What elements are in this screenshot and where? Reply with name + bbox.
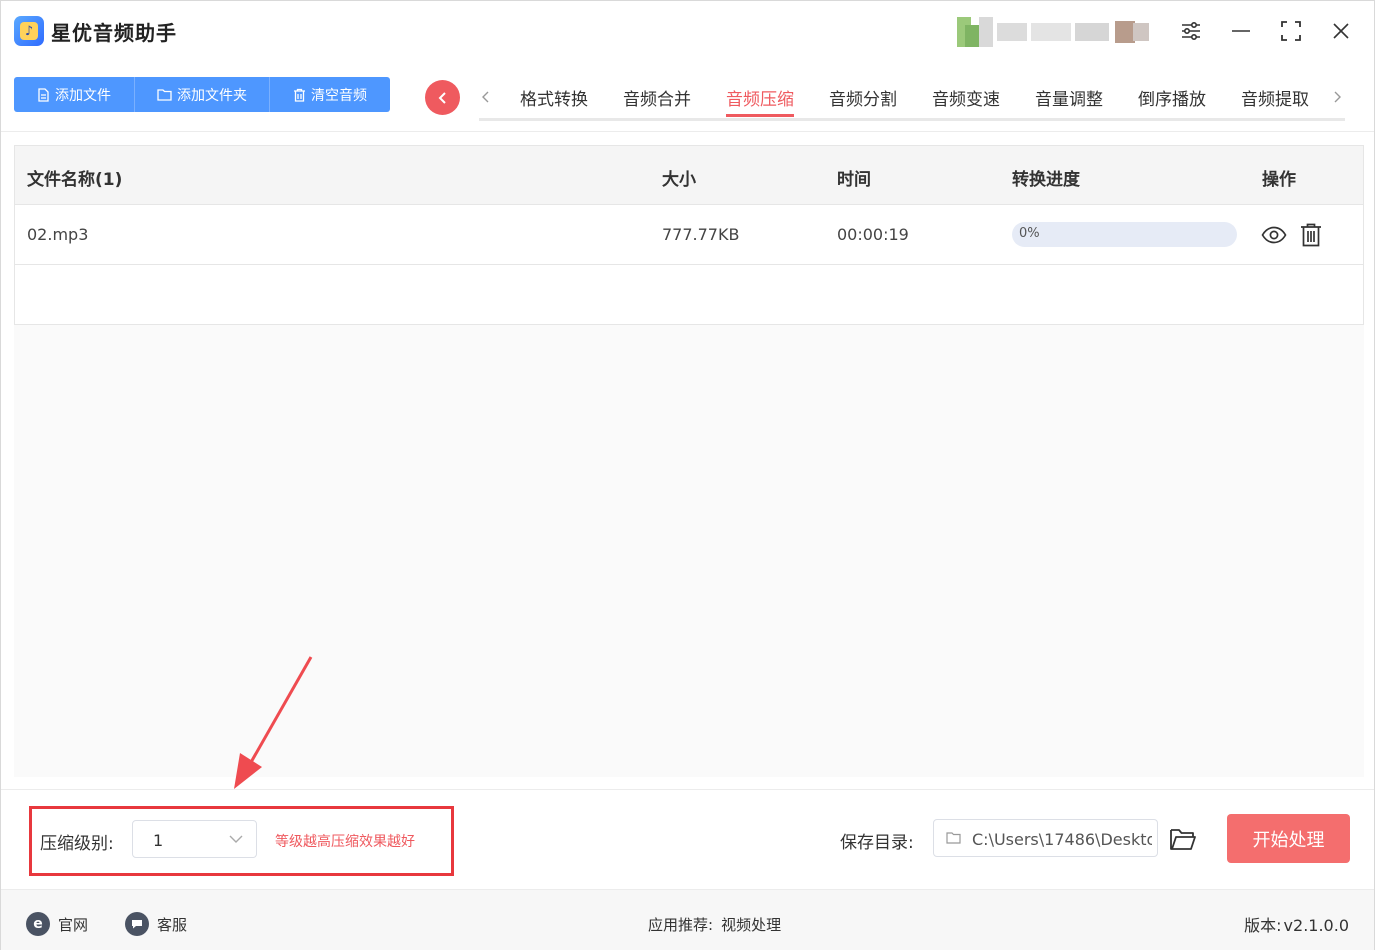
- header-file-name: 文件名称(1): [27, 170, 123, 190]
- tab-format-convert[interactable]: 格式转换: [504, 77, 604, 117]
- title-bar: ♪ 星优音频助手: [1, 1, 1374, 61]
- compression-level-label: 压缩级别:: [40, 834, 114, 854]
- chevron-left-icon: [438, 91, 446, 104]
- folder-icon: [946, 832, 961, 844]
- back-button[interactable]: [425, 80, 460, 115]
- compression-hint: 等级越高压缩效果越好: [275, 834, 415, 850]
- file-duration-cell: 00:00:19: [837, 225, 909, 244]
- browser-e-icon: e: [26, 912, 50, 936]
- tab-audio-extract[interactable]: 音频提取: [1225, 77, 1325, 117]
- app-logo: ♪: [14, 16, 44, 46]
- tab-volume-adjust[interactable]: 音量调整: [1019, 77, 1119, 117]
- app-window: ♪ 星优音频助手 添加文件 添加文件夹 清空音频 格式转换 音频合并 音频压缩 …: [0, 0, 1375, 950]
- file-icon: [38, 87, 49, 102]
- add-file-label: 添加文件: [55, 87, 111, 104]
- feature-tabs: 格式转换 音频合并 音频压缩 音频分割 音频变速 音量调整 倒序播放 音频提取: [504, 77, 1328, 119]
- support-label: 客服: [157, 915, 188, 934]
- header-actions: 操作: [1262, 170, 1296, 190]
- tab-audio-split[interactable]: 音频分割: [813, 77, 913, 117]
- website-link[interactable]: e 官网: [26, 912, 88, 936]
- music-note-icon: ♪: [20, 22, 38, 40]
- version-info: 版本: v2.1.0.0: [1244, 912, 1349, 936]
- version-value: v2.1.0.0: [1283, 916, 1349, 935]
- annotation-arrow: [234, 656, 313, 789]
- file-list-area: 文件名称(1) 大小 时间 转换进度 操作 02.mp3 777.77KB 00…: [14, 145, 1364, 777]
- folder-icon: [157, 89, 172, 101]
- save-directory-field[interactable]: [933, 819, 1158, 857]
- preview-eye-icon[interactable]: [1261, 222, 1287, 248]
- website-label: 官网: [58, 915, 89, 934]
- maximize-icon[interactable]: [1277, 17, 1305, 45]
- tabs-scroll-left-icon[interactable]: [477, 85, 495, 109]
- recommend-label: 应用推荐:: [648, 916, 714, 934]
- file-button-group: 添加文件 添加文件夹 清空音频: [14, 77, 390, 112]
- clear-audio-button[interactable]: 清空音频: [270, 77, 390, 112]
- divider: [1, 789, 1374, 790]
- minimize-icon[interactable]: [1227, 17, 1255, 45]
- version-label: 版本:: [1244, 916, 1282, 935]
- open-folder-icon[interactable]: [1169, 826, 1197, 852]
- app-recommendation: 应用推荐: 视频处理: [648, 914, 781, 935]
- compression-level-value: 1: [153, 831, 164, 850]
- trash-icon: [294, 88, 305, 102]
- delete-trash-icon[interactable]: [1298, 222, 1324, 248]
- support-link[interactable]: 客服: [125, 912, 187, 936]
- progress-label: 0%: [1019, 226, 1040, 241]
- chevron-down-icon: [229, 835, 243, 843]
- header-progress: 转换进度: [1012, 170, 1080, 190]
- file-name-cell: 02.mp3: [27, 225, 89, 244]
- add-file-button[interactable]: 添加文件: [14, 77, 135, 112]
- divider: [1, 131, 1374, 132]
- app-title: 星优音频助手: [51, 21, 177, 45]
- add-folder-button[interactable]: 添加文件夹: [135, 77, 270, 112]
- settings-sliders-icon[interactable]: [1177, 17, 1205, 45]
- close-icon[interactable]: [1327, 17, 1355, 45]
- chat-bubble-icon: [125, 912, 149, 936]
- table-header: 文件名称(1) 大小 时间 转换进度 操作: [15, 146, 1363, 205]
- clear-audio-label: 清空音频: [311, 87, 367, 104]
- table-row[interactable]: 02.mp3 777.77KB 00:00:19 0%: [15, 205, 1363, 265]
- save-path-input[interactable]: [972, 828, 1152, 850]
- save-directory-label: 保存目录:: [840, 833, 914, 853]
- header-time: 时间: [837, 170, 871, 190]
- header-size: 大小: [662, 170, 696, 190]
- recommend-link[interactable]: 视频处理: [721, 916, 781, 934]
- file-size-cell: 777.77KB: [662, 225, 740, 244]
- start-processing-button[interactable]: 开始处理: [1227, 814, 1350, 863]
- user-avatar-blurred[interactable]: [957, 17, 1149, 47]
- tab-audio-compress[interactable]: 音频压缩: [710, 77, 810, 117]
- conversion-progress-bar: 0%: [1012, 222, 1237, 247]
- tab-reverse-play[interactable]: 倒序播放: [1122, 77, 1222, 117]
- tab-audio-merge[interactable]: 音频合并: [607, 77, 707, 117]
- add-folder-label: 添加文件夹: [177, 87, 247, 104]
- compression-level-select[interactable]: 1: [132, 820, 257, 858]
- tabs-scroll-right-icon[interactable]: [1328, 85, 1346, 109]
- status-bar: e 官网 客服 应用推荐: 视频处理 版本: v2.1.0.0: [1, 889, 1374, 950]
- file-table: 文件名称(1) 大小 时间 转换进度 操作 02.mp3 777.77KB 00…: [14, 145, 1364, 325]
- tab-audio-speed[interactable]: 音频变速: [916, 77, 1016, 117]
